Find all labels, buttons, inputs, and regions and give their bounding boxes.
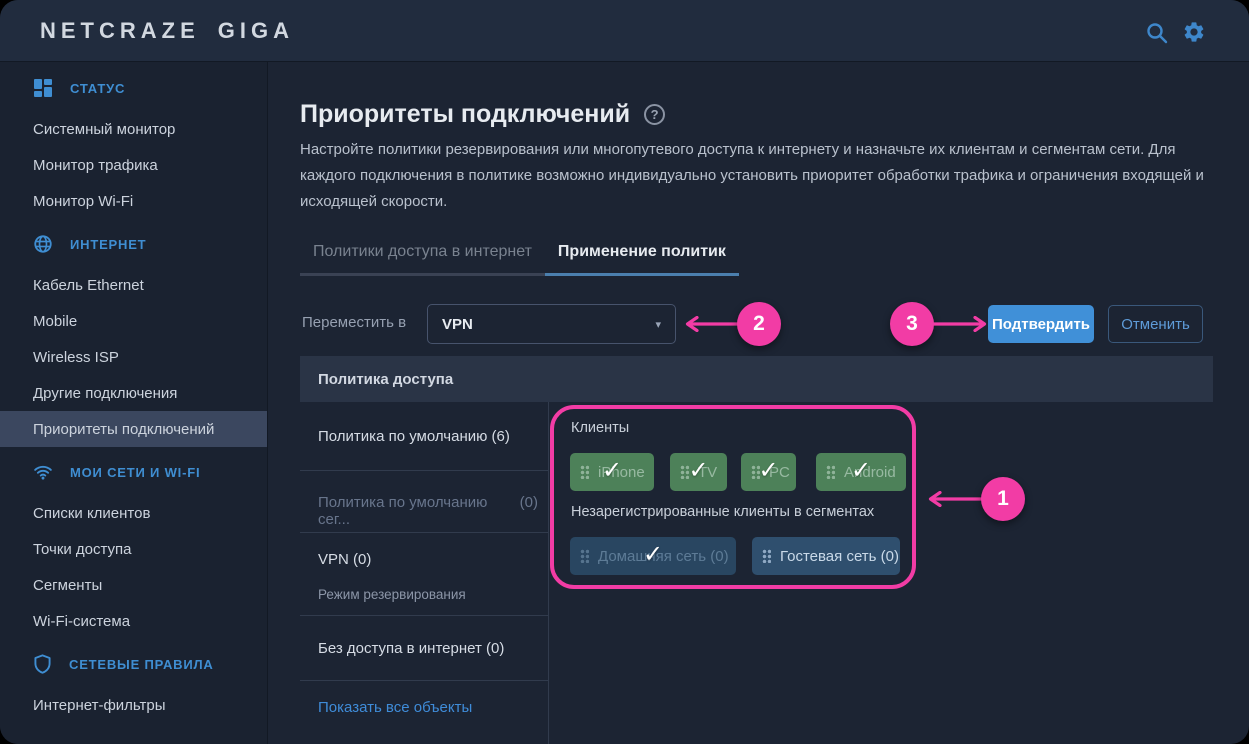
tab-access-policies[interactable]: Политики доступа в интернет (300, 243, 545, 276)
sidebar-item-label: Сегменты (33, 577, 102, 594)
sidebar-section-my-networks: МОИ СЕТИ И WI-FI (0, 458, 267, 486)
sidebar-item-connection-priorities[interactable]: Приоритеты подключений (0, 411, 267, 447)
annotation-arrow-2 (684, 316, 740, 332)
sidebar-item-label: Wi-Fi-система (33, 613, 130, 630)
move-to-select[interactable]: VPN ▾ (427, 304, 676, 344)
sidebar-item-mobile[interactable]: Mobile (0, 303, 267, 339)
client-chip-iphone[interactable]: iPhone ✓ (570, 453, 654, 491)
sidebar-section-label: СЕТЕВЫЕ ПРАВИЛА (69, 657, 214, 672)
shield-icon (33, 654, 52, 674)
client-chip-pc[interactable]: PC ✓ (741, 453, 796, 491)
sidebar-item-label: Системный монитор (33, 121, 175, 138)
help-icon[interactable]: ? (644, 104, 665, 125)
client-chip-android[interactable]: Android ✓ (816, 453, 906, 491)
chevron-down-icon: ▾ (655, 318, 661, 331)
sidebar-item-traffic-monitor[interactable]: Монитор трафика (0, 147, 267, 183)
check-icon: ✓ (741, 450, 796, 491)
row-divider (300, 615, 549, 616)
annotation-arrow-1 (927, 491, 985, 507)
client-chip-tv[interactable]: TV ✓ (670, 453, 727, 491)
annotation-badge-3: 3 (890, 302, 934, 346)
sidebar-item-label: Монитор трафика (33, 157, 158, 174)
wifi-icon (33, 462, 53, 482)
sidebar-item-access-points[interactable]: Точки доступа (0, 531, 267, 567)
unregistered-clients-label: Незарегистрированные клиенты в сегментах (571, 504, 874, 520)
sidebar-item-label: Mobile (33, 313, 77, 330)
confirm-button[interactable]: Подтвердить (988, 305, 1094, 343)
sidebar-section-status: СТАТУС (0, 74, 267, 102)
logo-secondary: GIGA (218, 18, 294, 44)
cancel-button[interactable]: Отменить (1108, 305, 1203, 343)
globe-icon (33, 234, 53, 254)
sidebar-item-label: Точки доступа (33, 541, 132, 558)
sidebar-item-label: Кабель Ethernet (33, 277, 144, 294)
sidebar-item-label: Списки клиентов (33, 505, 150, 522)
check-icon: ✓ (816, 450, 906, 491)
page-title-text: Приоритеты подключений (300, 100, 630, 129)
segment-chip-home-network[interactable]: Домашняя сеть (0) ✓ (570, 537, 736, 575)
sidebar-item-label: Другие подключения (33, 385, 177, 402)
clients-label: Клиенты (571, 420, 629, 436)
chip-label: Гостевая сеть (0) (780, 548, 899, 565)
sidebar-item-label: Монитор Wi-Fi (33, 193, 133, 210)
row-name: Политика по умолчанию сег... (318, 494, 520, 528)
annotation-arrow-3 (932, 316, 988, 332)
brand-logo: NETCRAZE GIGA (40, 0, 294, 62)
row-divider (300, 532, 549, 533)
sidebar-item-internet-filters[interactable]: Интернет-фильтры (0, 687, 267, 723)
logo-primary: NETCRAZE (40, 18, 200, 44)
row-count: (0) (520, 494, 538, 528)
table-row-default-segment-policy[interactable]: Политика по умолчанию сег... (0) (318, 494, 538, 528)
sidebar-section-network-rules: СЕТЕВЫЕ ПРАВИЛА (0, 650, 267, 678)
search-icon[interactable] (1145, 21, 1169, 45)
sidebar-item-wifi-monitor[interactable]: Монитор Wi-Fi (0, 183, 267, 219)
sidebar-item-client-lists[interactable]: Списки клиентов (0, 495, 267, 531)
check-icon: ✓ (570, 534, 736, 575)
sidebar-section-label: СТАТУС (70, 81, 125, 96)
select-value: VPN (442, 316, 473, 333)
sidebar-item-label: Wireless ISP (33, 349, 119, 366)
column-divider (548, 402, 549, 744)
page-description: Настройте политики резервирования или мн… (300, 137, 1214, 215)
check-icon: ✓ (570, 450, 654, 491)
sidebar: СТАТУС Системный монитор Монитор трафика… (0, 62, 268, 744)
sidebar-item-segments[interactable]: Сегменты (0, 567, 267, 603)
sidebar-item-ethernet[interactable]: Кабель Ethernet (0, 267, 267, 303)
sidebar-section-internet: ИНТЕРНЕТ (0, 230, 267, 258)
top-bar: NETCRAZE GIGA (0, 0, 1249, 62)
annotation-badge-2: 2 (737, 302, 781, 346)
table-row-vpn[interactable]: VPN (0) (318, 551, 371, 568)
table-header-label: Политика доступа (318, 371, 453, 388)
sidebar-item-other-connections[interactable]: Другие подключения (0, 375, 267, 411)
tab-policy-application[interactable]: Применение политик (545, 243, 739, 276)
check-icon: ✓ (670, 450, 727, 491)
sidebar-section-label: МОИ СЕТИ И WI-FI (70, 465, 200, 480)
tab-bar: Политики доступа в интернет Применение п… (300, 243, 739, 276)
table-row-no-internet[interactable]: Без доступа в интернет (0) (318, 640, 504, 657)
drag-handle-icon[interactable] (762, 549, 771, 563)
gear-icon[interactable] (1182, 20, 1206, 44)
segment-chip-guest-network[interactable]: Гостевая сеть (0) (752, 537, 900, 575)
sidebar-item-label: Приоритеты подключений (33, 421, 214, 438)
sidebar-item-label: Интернет-фильтры (33, 697, 166, 714)
sidebar-section-label: ИНТЕРНЕТ (70, 237, 146, 252)
row-divider (300, 680, 549, 681)
show-all-objects-link[interactable]: Показать все объекты (318, 699, 472, 716)
sidebar-item-wireless-isp[interactable]: Wireless ISP (0, 339, 267, 375)
sidebar-item-wifi-system[interactable]: Wi-Fi-система (0, 603, 267, 639)
page-title: Приоритеты подключений ? (300, 100, 665, 129)
move-to-label: Переместить в (302, 314, 406, 331)
table-row-default-policy[interactable]: Политика по умолчанию (6) (318, 428, 510, 445)
table-header: Политика доступа (300, 356, 1213, 402)
sidebar-item-system-monitor[interactable]: Системный монитор (0, 111, 267, 147)
row-subtitle: Режим резервирования (318, 587, 466, 602)
dashboard-icon (33, 78, 53, 98)
row-divider (300, 470, 549, 471)
clients-drop-panel-highlight: Клиенты iPhone ✓ TV ✓ PC ✓ Android ✓ Нез… (550, 405, 916, 589)
app-window: NETCRAZE GIGA СТАТУС Системный монитор М… (0, 0, 1249, 744)
annotation-badge-1: 1 (981, 477, 1025, 521)
